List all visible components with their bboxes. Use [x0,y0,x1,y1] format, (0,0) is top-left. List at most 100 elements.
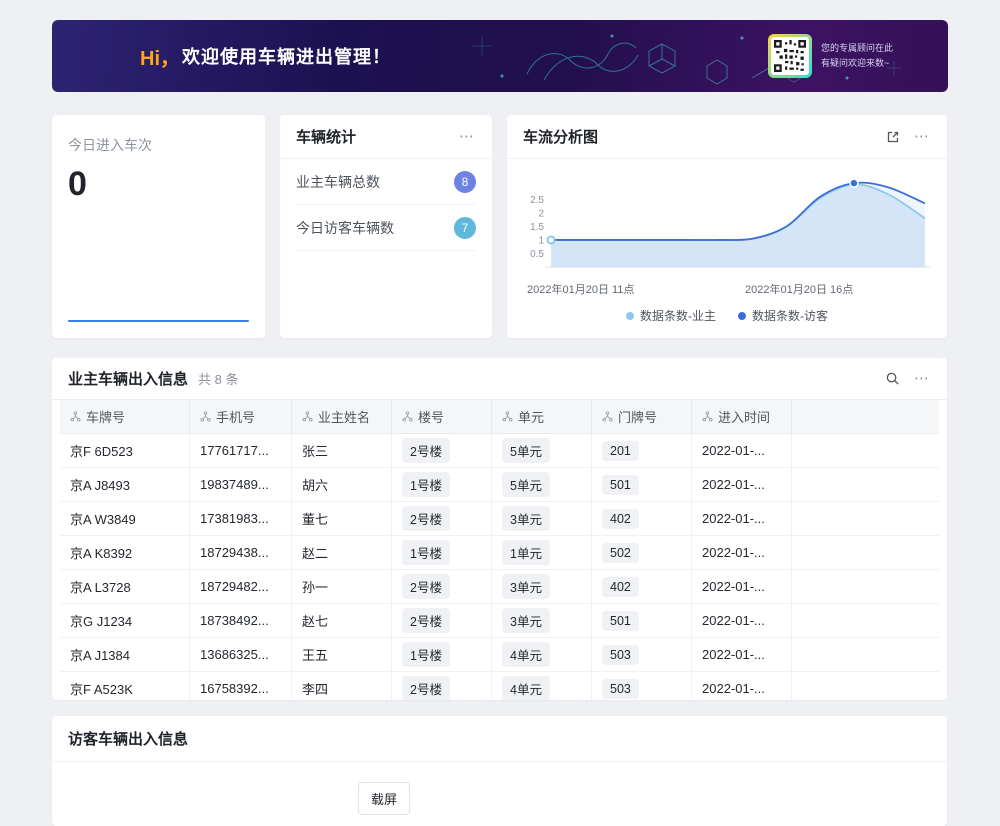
field-type-icon [502,411,513,422]
svg-text:2: 2 [538,208,544,219]
search-icon[interactable] [885,371,900,386]
table-row[interactable]: 京A W384917381983...董七2号楼3单元4022022-01-..… [60,502,939,536]
table-cell-filler [792,502,939,535]
card-header: 访客车辆出入信息 [52,716,947,762]
column-header-3[interactable]: 业主姓名 [292,400,392,433]
tag-value: 5单元 [502,472,550,497]
legend-label: 数据条数-访客 [752,307,828,324]
today-entries-card: 今日进入车次 0 [52,115,265,338]
table-cell: 京A J8493 [60,468,190,501]
table-row[interactable]: 京A J138413686325...王五1号楼4单元5032022-01-..… [60,638,939,672]
partial-button[interactable]: 载屏 [358,782,410,815]
legend-label: 数据条数-业主 [640,307,716,324]
tag-value: 201 [602,441,639,461]
legend-dot-icon [626,312,634,320]
table-row[interactable]: 京F A523K16758392...李四2号楼4单元5032022-01-..… [60,672,939,700]
table-cell: 3单元 [492,570,592,603]
more-options-icon[interactable]: ⋯ [914,371,931,386]
legend-item-visitor[interactable]: 数据条数-访客 [738,307,828,324]
table-cell: 2号楼 [392,434,492,467]
table-row[interactable]: 京A K839218729438...赵二1号楼1单元5022022-01-..… [60,536,939,570]
banner-greeting: Hi， 欢迎使用车辆进出管理！ [140,20,391,92]
greeting-text: 欢迎使用车辆进出管理！ [182,43,391,69]
column-header-label: 门牌号 [618,407,657,426]
qr-code [768,34,812,78]
traffic-flow-card: 车流分析图 ⋯ 0.511.522.5 2022年01月20日 11点 2022… [507,115,947,338]
field-type-icon [200,411,211,422]
table-cell: 2号楼 [392,672,492,700]
table-cell: 503 [592,672,692,700]
table-row[interactable]: 京F 6D52317761717...张三2号楼5单元2012022-01-..… [60,434,939,468]
table-cell: 1号楼 [392,536,492,569]
stat-list-item-owner-total: 业主车辆总数 8 [296,159,476,205]
tag-value: 1号楼 [402,472,450,497]
table-cell: 4单元 [492,638,592,671]
tag-value: 402 [602,509,639,529]
table-cell: 赵二 [292,536,392,569]
table-cell: 402 [592,570,692,603]
field-type-icon [702,411,713,422]
tag-value: 503 [602,679,639,699]
table-cell: 京F 6D523 [60,434,190,467]
column-header-2[interactable]: 手机号 [190,400,292,433]
table-cell: 2022-01-... [692,604,792,637]
column-header-6[interactable]: 门牌号 [592,400,692,433]
table-cell: 3单元 [492,502,592,535]
tag-value: 3单元 [502,608,550,633]
column-header-7[interactable]: 进入时间 [692,400,792,433]
more-options-icon[interactable]: ⋯ [914,129,931,144]
table-cell: 2号楼 [392,570,492,603]
table-cell: 3单元 [492,604,592,637]
legend-item-owner[interactable]: 数据条数-业主 [626,307,716,324]
tag-value: 501 [602,611,639,631]
column-header-1[interactable]: 车牌号 [60,400,190,433]
column-header-filler [792,400,939,433]
table-cell-filler [792,604,939,637]
column-header-5[interactable]: 单元 [492,400,592,433]
table-cell: 17381983... [190,502,292,535]
column-header-label: 车牌号 [86,407,125,426]
table-row[interactable]: 京A L372818729482...孙一2号楼3单元4022022-01-..… [60,570,939,604]
table-cell: 京A K8392 [60,536,190,569]
qr-block: 您的专属顾问在此 有疑问欢迎来数~ [768,34,893,78]
column-header-label: 单元 [518,407,544,426]
table-cell: 2022-01-... [692,468,792,501]
table-cell: 17761717... [190,434,292,467]
svg-text:1: 1 [538,235,544,246]
card-header: 车流分析图 ⋯ [507,115,947,159]
table-row[interactable]: 京A J849319837489...胡六1号楼5单元5012022-01-..… [60,468,939,502]
tag-value: 2号楼 [402,506,450,531]
table-cell: 5单元 [492,468,592,501]
table-cell: 502 [592,536,692,569]
stat-item-label: 今日访客车辆数 [296,218,394,238]
tag-value: 1单元 [502,540,550,565]
stat-value: 0 [68,165,249,204]
table-cell: 2号楼 [392,604,492,637]
table-cell: 赵七 [292,604,392,637]
export-icon[interactable] [886,130,900,144]
svg-text:1.5: 1.5 [530,222,544,233]
table-cell-filler [792,536,939,569]
table-cell-filler [792,468,939,501]
table-cell-filler [792,672,939,700]
x-axis-label-start: 2022年01月20日 11点 [527,281,634,297]
table-row[interactable]: 京G J123418738492...赵七2号楼3单元5012022-01-..… [60,604,939,638]
x-axis-label-end: 2022年01月20日 16点 [745,281,853,297]
table-cell: 18729438... [190,536,292,569]
table-header-row: 车牌号 手机号业主姓名楼号 单元 门牌号 进入时间 [60,400,939,434]
column-header-4[interactable]: 楼号 [392,400,492,433]
table-cell: 503 [592,638,692,671]
stat-accent-line [68,320,249,322]
table-cell: 京A L3728 [60,570,190,603]
more-options-icon[interactable]: ⋯ [459,129,476,144]
card-title: 访客车辆出入信息 [68,728,188,749]
qr-caption-line2: 有疑问欢迎来数~ [821,56,893,71]
tag-value: 2号楼 [402,438,450,463]
table-cell: 18729482... [190,570,292,603]
table-cell: 16758392... [190,672,292,700]
greeting-highlight: Hi， [140,42,180,71]
card-header: 业主车辆出入信息 共 8 条 ⋯ [52,358,947,400]
tag-value: 3单元 [502,574,550,599]
table-cell: 京F A523K [60,672,190,700]
table-cell: 李四 [292,672,392,700]
